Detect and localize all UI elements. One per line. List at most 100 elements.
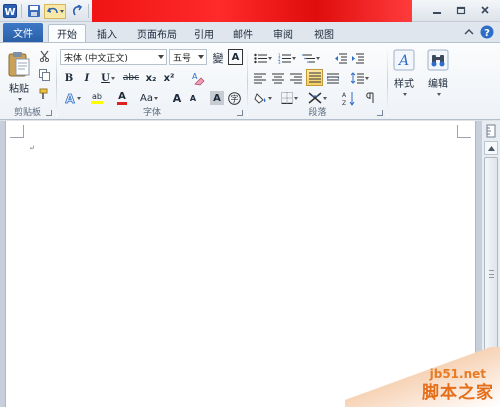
ribbon-help-area: ?: [464, 25, 494, 39]
tab-review[interactable]: 审阅: [266, 24, 300, 42]
font-name-select[interactable]: 宋体 (中文正文): [60, 49, 167, 65]
enclose-char-button[interactable]: 字: [227, 91, 241, 105]
phonetic-guide-button[interactable]: 變: [210, 49, 226, 65]
undo-icon[interactable]: [44, 3, 66, 19]
underline-button[interactable]: U: [98, 71, 118, 85]
copy-icon: [38, 69, 50, 81]
highlight-label: ab: [92, 92, 102, 101]
page-corner-mark: [10, 125, 24, 138]
bullets-button[interactable]: [253, 51, 273, 65]
save-icon[interactable]: [26, 4, 41, 19]
tab-home[interactable]: 开始: [48, 24, 86, 42]
align-center-button[interactable]: [271, 71, 285, 85]
styles-icon: A: [393, 49, 415, 70]
line-spacing-button[interactable]: [350, 71, 370, 85]
collapse-ribbon-icon[interactable]: [464, 28, 474, 36]
char-shading-button[interactable]: A: [210, 91, 224, 105]
chinese-layout-button[interactable]: [307, 91, 327, 105]
shrink-font-label: A: [189, 93, 197, 103]
redo-icon[interactable]: [69, 4, 84, 19]
subscript-label: x₂: [145, 72, 157, 84]
distributed-icon: [327, 73, 339, 83]
paragraph-group-label: 段落: [308, 108, 327, 118]
styles-label: 样式: [394, 78, 414, 90]
strikethrough-button[interactable]: abc: [122, 71, 140, 85]
text-effect-icon: A: [64, 92, 75, 105]
align-left-button[interactable]: [253, 71, 267, 85]
change-case-label: Aa: [140, 92, 153, 104]
increase-indent-icon: [351, 53, 364, 63]
word-icon[interactable]: W: [2, 4, 17, 19]
group-font: 宋体 (中文正文) 五号 變 A B I U abc x₂ x² A A ab …: [58, 45, 246, 119]
show-marks-button[interactable]: [364, 91, 378, 105]
multilevel-list-button[interactable]: [301, 51, 321, 65]
scroll-up-icon[interactable]: [484, 141, 498, 155]
increase-indent-button[interactable]: [350, 51, 364, 65]
font-name-value: 宋体 (中文正文): [64, 53, 128, 64]
svg-text:A: A: [65, 92, 75, 105]
borders-button[interactable]: [279, 91, 299, 105]
subscript-button[interactable]: x₂: [144, 71, 158, 85]
justify-button[interactable]: [306, 69, 323, 86]
group-clipboard: 粘贴 剪贴板: [0, 45, 55, 119]
group-separator: [247, 47, 248, 117]
group-separator: [387, 47, 388, 117]
tab-file[interactable]: 文件: [3, 23, 43, 42]
superscript-button[interactable]: x²: [162, 71, 176, 85]
numbering-icon: 123: [278, 53, 291, 64]
font-size-select[interactable]: 五号: [169, 49, 207, 65]
shading-button[interactable]: [253, 91, 273, 105]
paragraph-launcher-icon[interactable]: [377, 110, 383, 116]
grow-font-button[interactable]: A: [170, 91, 184, 105]
styles-dropdown-icon: [402, 92, 407, 96]
align-left-icon: [254, 73, 266, 83]
clear-format-button[interactable]: A: [188, 69, 206, 87]
clipboard-launcher-icon[interactable]: [46, 110, 52, 116]
format-painter-button[interactable]: [37, 87, 51, 101]
char-border-button[interactable]: A: [228, 49, 243, 65]
scroll-grip-icon: [489, 270, 494, 278]
binoculars-icon: [427, 49, 449, 70]
char-border-label: A: [231, 51, 240, 63]
cut-button[interactable]: [37, 49, 51, 63]
distributed-button[interactable]: [326, 71, 340, 85]
brush-icon: [39, 88, 47, 99]
editing-button[interactable]: 编辑: [425, 47, 451, 97]
minimize-icon[interactable]: [426, 2, 448, 18]
group-editing: 编辑: [423, 45, 453, 119]
watermark-name: 脚本之家: [422, 383, 494, 403]
highlight-button[interactable]: ab: [86, 91, 108, 105]
paste-button[interactable]: 粘贴: [4, 47, 34, 103]
numbering-button[interactable]: 123: [277, 51, 297, 65]
title-bar: W: [0, 0, 500, 22]
tab-mailings[interactable]: 邮件: [227, 24, 259, 42]
font-color-button[interactable]: A: [112, 91, 132, 105]
group-styles: A 样式: [389, 45, 419, 119]
bold-label: B: [64, 72, 74, 84]
tab-view[interactable]: 视图: [307, 24, 341, 42]
tab-insert[interactable]: 插入: [90, 24, 124, 42]
tab-references[interactable]: 引用: [188, 24, 220, 42]
paint-bucket-icon: [254, 93, 266, 104]
sort-button[interactable]: AZ: [341, 90, 355, 106]
help-icon[interactable]: ?: [480, 25, 494, 39]
underline-label: U: [101, 72, 110, 84]
copy-button[interactable]: [37, 68, 51, 82]
font-launcher-icon[interactable]: [237, 110, 243, 116]
restore-icon[interactable]: [450, 2, 472, 18]
close-icon[interactable]: [474, 2, 496, 18]
bold-button[interactable]: B: [62, 71, 76, 85]
svg-text:A: A: [192, 72, 198, 81]
enclose-char-icon: 字: [227, 91, 241, 105]
group-paragraph: 123 A Z 段落: [249, 45, 386, 119]
window-controls: [426, 2, 496, 18]
change-case-button[interactable]: Aa: [138, 91, 160, 105]
ruler-toggle-icon[interactable]: [484, 124, 498, 138]
styles-button[interactable]: A 样式: [391, 47, 417, 97]
tab-page-layout[interactable]: 页面布局: [130, 24, 184, 42]
align-right-button[interactable]: [289, 71, 303, 85]
text-effect-button[interactable]: A: [62, 91, 82, 105]
shrink-font-button[interactable]: A: [186, 91, 200, 105]
italic-button[interactable]: I: [80, 71, 94, 85]
decrease-indent-button[interactable]: [333, 51, 347, 65]
